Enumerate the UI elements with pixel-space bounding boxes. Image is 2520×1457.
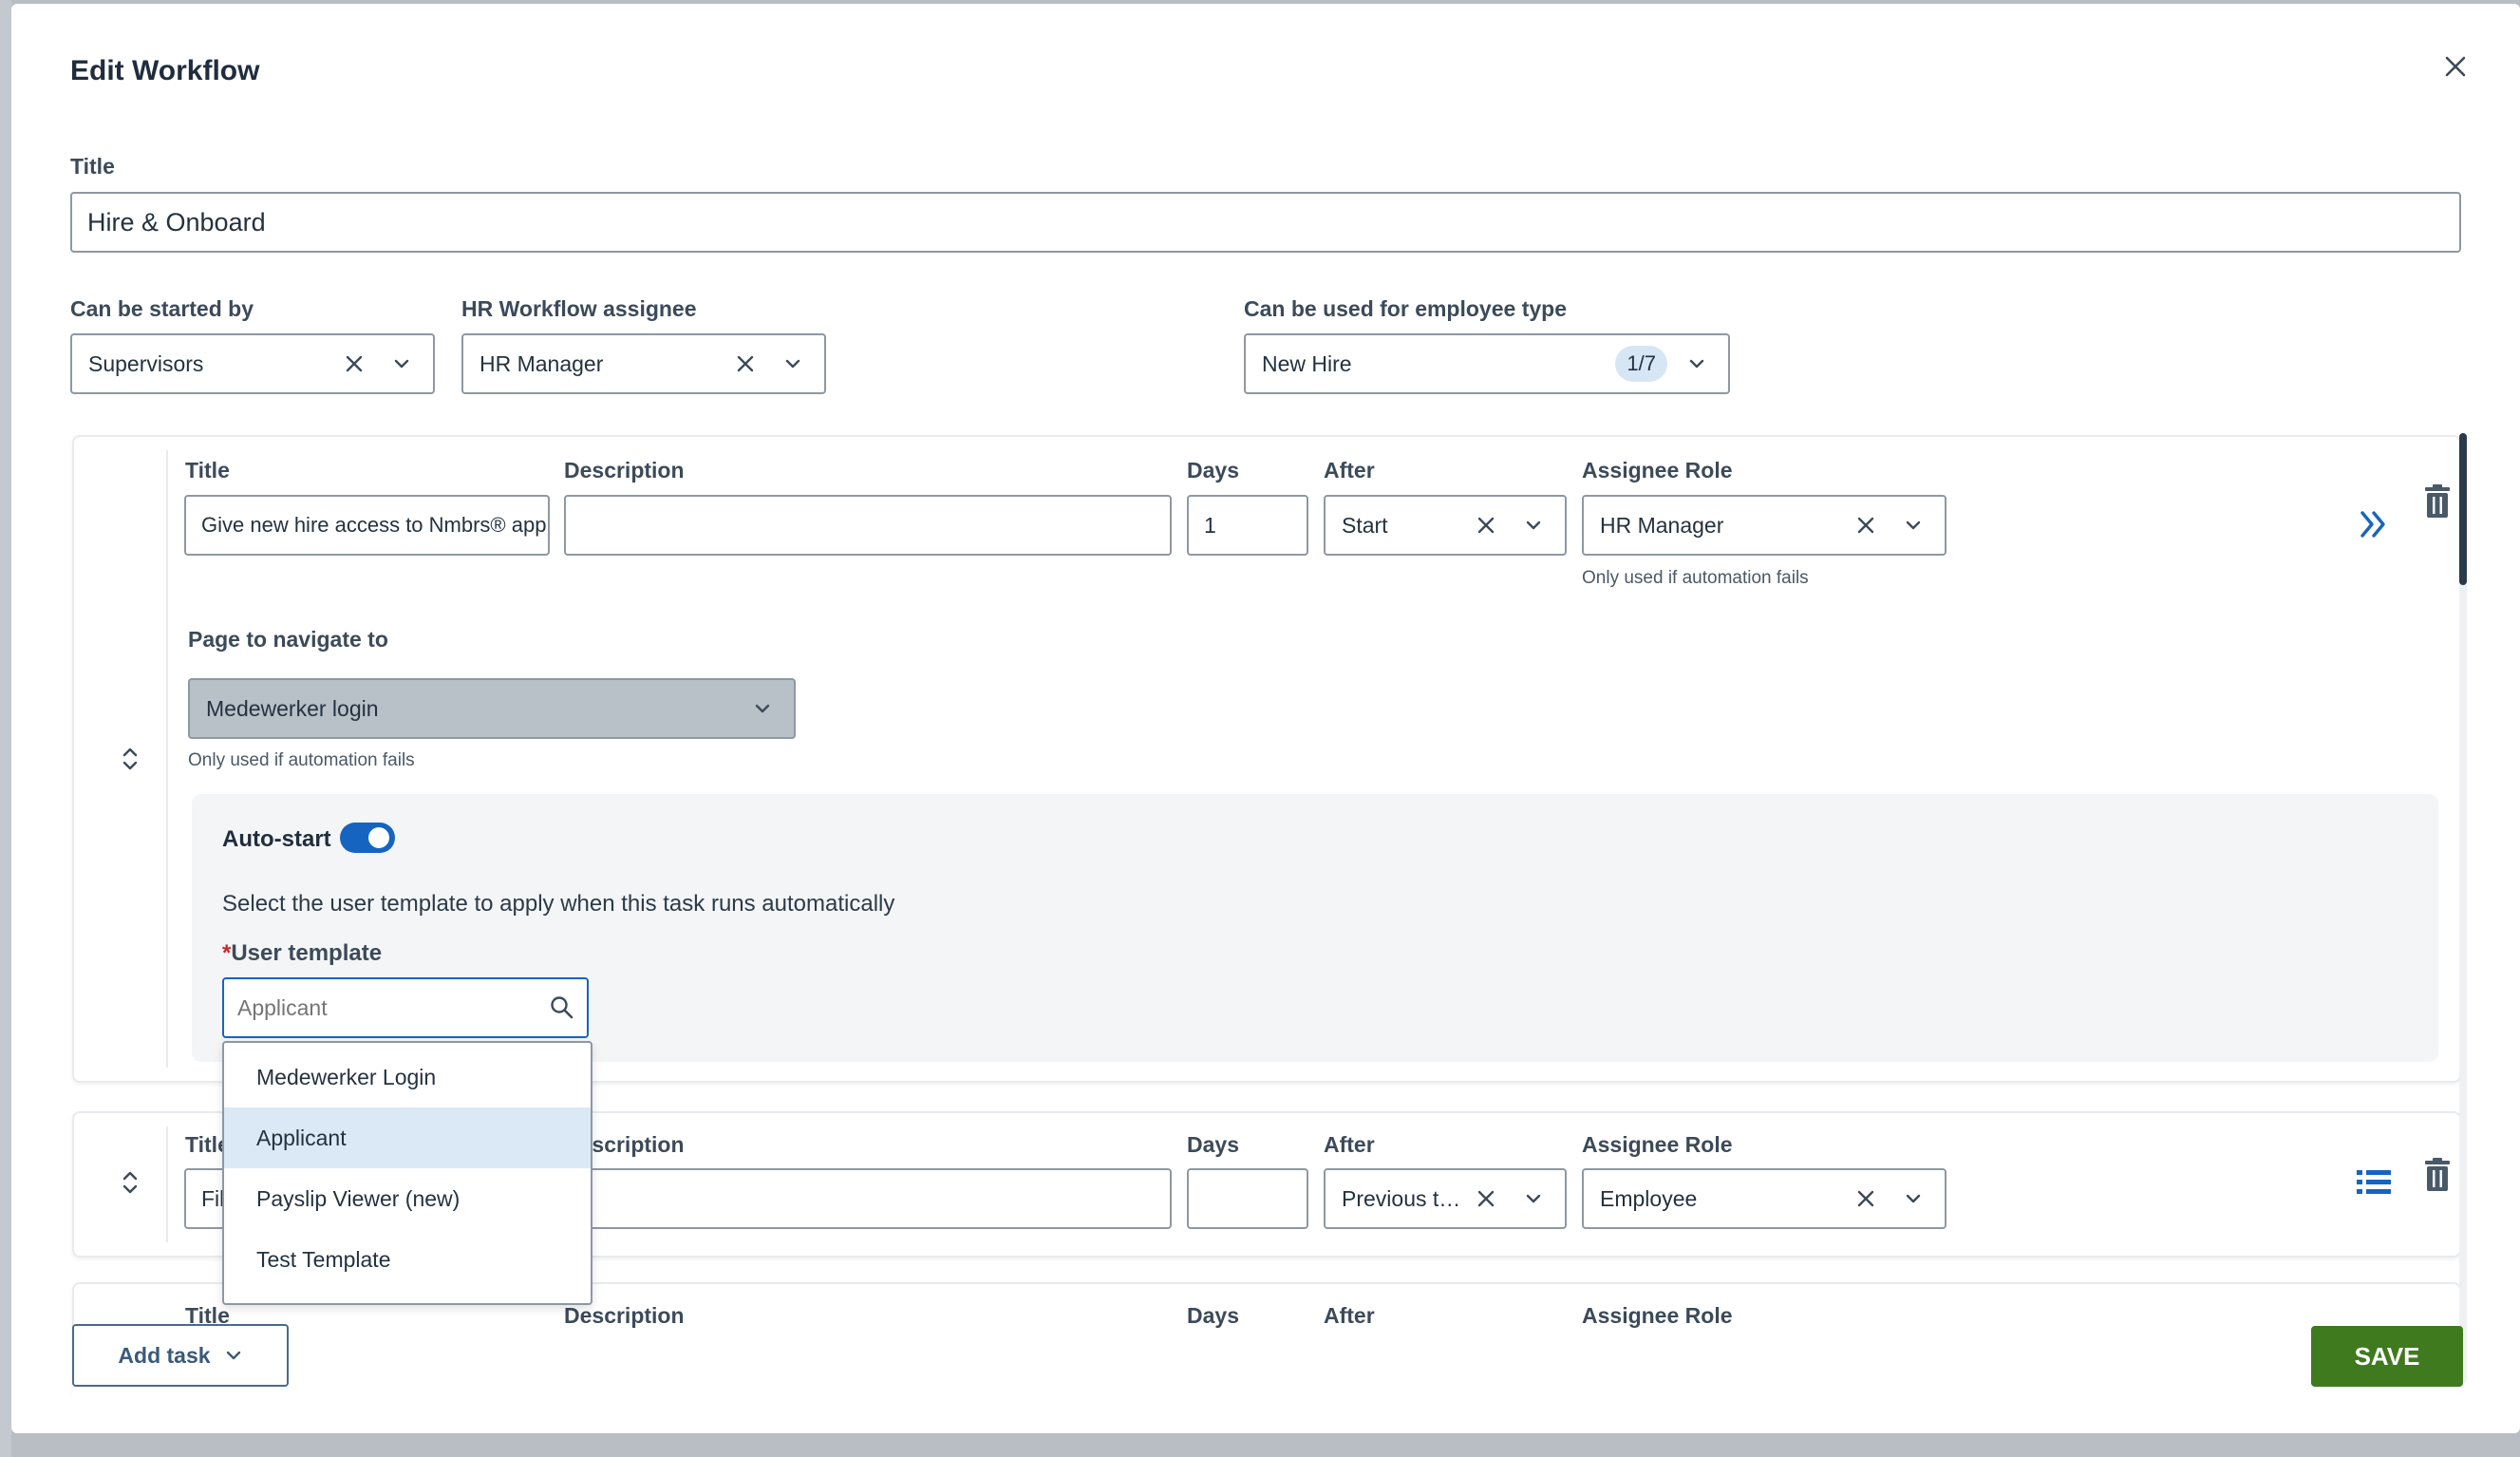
task-after-label: After [1324, 1132, 1375, 1157]
title-label: Title [70, 154, 115, 179]
auto-start-description: Select the user template to apply when t… [222, 891, 895, 917]
search-icon [549, 994, 575, 1021]
task-assignee-label: Assignee Role [1582, 1132, 1733, 1157]
task-title-label: Title [185, 458, 230, 483]
task-description-label: Description [564, 458, 685, 483]
task-list-icon[interactable] [2355, 1166, 2393, 1199]
employee-type-count-badge: 1/7 [1615, 346, 1667, 382]
chevron-down-icon[interactable] [1899, 1184, 1928, 1213]
drag-handle-icon[interactable] [116, 745, 144, 773]
required-mark: * [222, 940, 232, 966]
scrollbar-thumb[interactable] [2459, 433, 2467, 585]
user-template-search-field[interactable] [222, 977, 589, 1038]
add-task-label: Add task [118, 1342, 211, 1368]
hr-assignee-label: HR Workflow assignee [461, 296, 697, 321]
task-card-divider [166, 450, 168, 1068]
task-assignee-value: HR Manager [1600, 512, 1724, 538]
task-assignee-select[interactable]: HR Manager [1582, 495, 1946, 556]
bottom-fade [72, 1334, 2461, 1429]
dropdown-option-active[interactable]: Applicant [224, 1107, 591, 1168]
employee-type-value: New Hire [1262, 350, 1352, 376]
dropdown-option[interactable]: Medewerker Login [224, 1047, 591, 1107]
drag-handle-icon[interactable] [116, 1168, 144, 1197]
page-navigate-label: Page to navigate to [188, 627, 388, 652]
chevron-down-icon[interactable] [748, 694, 777, 723]
task-card-divider [166, 1126, 168, 1242]
collapse-chevrons-icon[interactable] [2357, 505, 2391, 543]
chevron-down-icon[interactable] [1519, 511, 1548, 539]
task-days-label: Days [1187, 1303, 1239, 1328]
user-template-dropdown: Medewerker Login Applicant Payslip Viewe… [222, 1041, 592, 1305]
dropdown-option[interactable]: Payslip Viewer (new) [224, 1168, 591, 1229]
clear-icon[interactable] [731, 350, 760, 378]
task-days-label: Days [1187, 458, 1239, 483]
chevron-down-icon[interactable] [1519, 1184, 1548, 1213]
chevron-down-icon[interactable] [1899, 511, 1928, 539]
clear-icon[interactable] [1852, 1184, 1880, 1213]
task-after-value: Previous task [1342, 1185, 1472, 1211]
employee-type-label: Can be used for employee type [1244, 296, 1567, 321]
hr-assignee-value: HR Manager [480, 350, 604, 376]
save-button[interactable]: SAVE [2311, 1326, 2463, 1387]
clear-icon[interactable] [340, 350, 368, 378]
close-button[interactable] [2438, 49, 2473, 84]
assignee-hint: Only used if automation fails [1582, 568, 1809, 588]
task-after-select[interactable]: Previous task [1324, 1168, 1567, 1229]
auto-start-label: Auto-start [222, 826, 331, 852]
auto-start-toggle[interactable] [340, 823, 395, 853]
page-navigate-value: Medewerker login [206, 695, 379, 721]
task-after-select[interactable]: Start [1324, 495, 1567, 556]
started-by-value: Supervisors [88, 350, 204, 376]
clear-icon[interactable] [1472, 511, 1500, 539]
page-navigate-select[interactable]: Medewerker login [188, 678, 796, 739]
page-navigate-hint: Only used if automation fails [188, 750, 415, 770]
edit-workflow-modal: Edit Workflow Title Hire & Onboard Can b… [11, 4, 2520, 1433]
task-assignee-label: Assignee Role [1582, 458, 1733, 483]
task-assignee-select[interactable]: Employee [1582, 1168, 1946, 1229]
chevron-down-icon[interactable] [1683, 350, 1711, 378]
chevron-down-icon[interactable] [387, 350, 416, 378]
modal-title: Edit Workflow [70, 55, 260, 86]
close-icon [2445, 56, 2466, 77]
user-template-label-text: User template [231, 940, 383, 966]
task-days-value: 1 [1204, 512, 1216, 538]
toggle-knob [368, 827, 389, 848]
delete-task-icon[interactable] [2423, 1157, 2452, 1193]
task-after-label: After [1324, 458, 1375, 483]
task-title-value: Fil [201, 1185, 225, 1211]
dropdown-option[interactable]: Test Template [224, 1229, 591, 1290]
task-days-input[interactable]: 1 [1187, 495, 1308, 556]
task-after-label: After [1324, 1303, 1375, 1328]
task-description-input[interactable] [564, 495, 1172, 556]
started-by-select[interactable]: Supervisors [70, 333, 435, 394]
started-by-label: Can be started by [70, 296, 254, 321]
clear-icon[interactable] [1472, 1184, 1500, 1213]
workflow-title-input[interactable]: Hire & Onboard [70, 192, 2461, 253]
task-assignee-value: Employee [1600, 1185, 1698, 1211]
employee-type-select[interactable]: New Hire 1/7 [1244, 333, 1730, 394]
chevron-down-icon[interactable] [779, 350, 807, 378]
add-task-button[interactable]: Add task [72, 1324, 289, 1387]
hr-assignee-select[interactable]: HR Manager [461, 333, 826, 394]
page-backdrop [0, 0, 11, 1457]
task-days-input[interactable] [1187, 1168, 1308, 1229]
task-description-input[interactable] [564, 1168, 1172, 1229]
task-title-value: Give new hire access to Nmbrs® app [201, 513, 547, 537]
chevron-down-icon [226, 1351, 240, 1360]
clear-icon[interactable] [1852, 511, 1880, 539]
task-assignee-label: Assignee Role [1582, 1303, 1733, 1328]
delete-task-icon[interactable] [2423, 483, 2452, 520]
task-after-value: Start [1342, 512, 1388, 538]
task-description-label: Description [564, 1303, 685, 1328]
user-template-search-input[interactable] [237, 989, 522, 1027]
workflow-title-value: Hire & Onboard [87, 207, 266, 237]
task-title-input[interactable]: Give new hire access to Nmbrs® app [184, 495, 550, 556]
task-days-label: Days [1187, 1132, 1239, 1157]
user-template-label: *User template [222, 940, 382, 967]
